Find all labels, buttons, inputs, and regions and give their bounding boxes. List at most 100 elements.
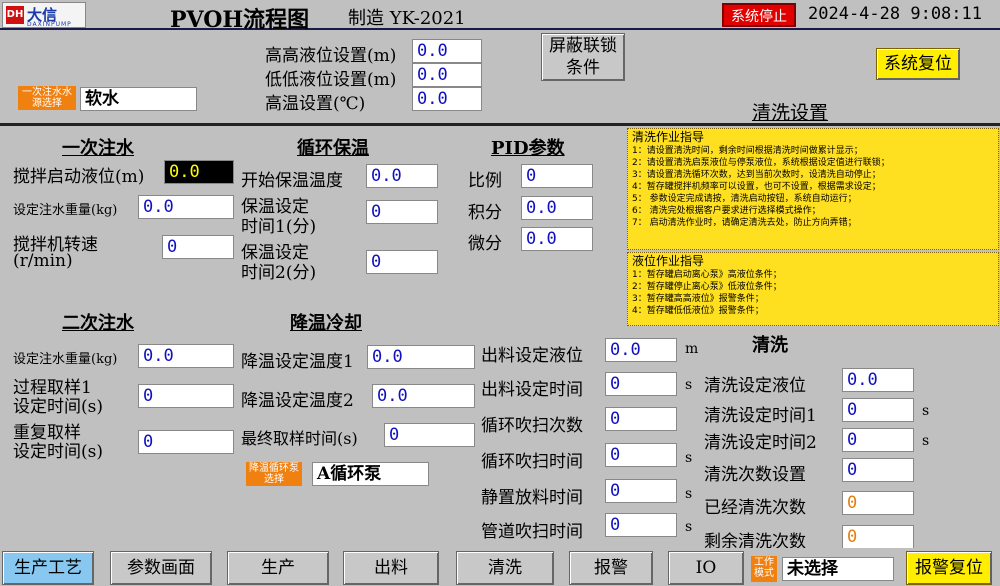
- clean-guide-line: 3：请设置清洗循环次数，达到当前次数时，设清洗自动停止；: [632, 170, 881, 180]
- clean-guide-line: 5： 参数设定完成请按，清洗启动按钮，系统自动运行；: [632, 194, 857, 204]
- heat-time1-input[interactable]: 0: [366, 200, 438, 224]
- blow-count-label: 循环吹扫次数: [481, 416, 583, 436]
- heat-time2-input[interactable]: 0: [366, 250, 438, 274]
- ll-level-label: 低低液位设置(m): [265, 70, 397, 90]
- discharge-level-input[interactable]: 0.0: [605, 338, 677, 362]
- clean-guide-panel: 清洗作业指导 1：请设置清洗时间，剩余时间根据清洗时间做累计显示； 2：请设置清…: [627, 128, 999, 250]
- discharge-level-label: 出料设定液位: [481, 346, 583, 366]
- clean-guide-line: 6： 清洗完处根据客户要求进行选择模式操作；: [632, 206, 821, 216]
- second-fill-weight-input[interactable]: 0.0: [138, 344, 234, 368]
- nav-process[interactable]: 生产工艺: [2, 551, 94, 585]
- pipe-blow-label: 管道吹扫时间: [481, 522, 583, 542]
- cool-pump-select[interactable]: A循环泵: [312, 462, 429, 486]
- blow-time-input[interactable]: 0: [605, 443, 677, 467]
- clean-time2-input[interactable]: 0: [842, 428, 914, 452]
- level-guide-line: 1：暂存罐启动离心泵》高液位条件；: [632, 270, 782, 280]
- page-title: PVOH流程图: [170, 7, 310, 33]
- pid-p-input[interactable]: 0: [521, 164, 593, 188]
- clean-time1-label: 清洗设定时间1: [704, 406, 817, 426]
- clean-guide-line: 1：请设置清洗时间，剩余时间根据清洗时间做累计显示；: [632, 146, 863, 156]
- datetime-display: 2024-4-28 9:08:11: [808, 4, 982, 24]
- hh-level-label: 高高液位设置(m): [265, 46, 397, 66]
- stirrer-speed-input[interactable]: 0: [162, 235, 234, 259]
- high-temp-label: 高温设置(℃): [265, 94, 366, 114]
- pid-i-input[interactable]: 0.0: [521, 196, 593, 220]
- mask-interlock-button[interactable]: 屏蔽联锁条件: [541, 33, 625, 81]
- blow-count-input[interactable]: 0: [605, 407, 677, 431]
- settle-time-label: 静置放料时间: [481, 488, 583, 508]
- cool-pump-tag: 降温循环泵选择: [246, 462, 302, 486]
- clean-time1-unit: s: [922, 403, 930, 419]
- clean-guide-line: 4：暂存罐搅拌机频率可以设置，也可不设置，根据需求设定；: [632, 182, 881, 192]
- clean-time2-label: 清洗设定时间2: [704, 433, 817, 453]
- water-source-tag: 一次注水水源选择: [18, 86, 76, 110]
- stirrer-speed-unit: (r/min): [13, 251, 73, 271]
- discharge-time-label: 出料设定时间: [481, 380, 583, 400]
- work-mode-select[interactable]: 未选择: [782, 557, 894, 581]
- clean-settings-title: 清洗设置: [752, 102, 829, 124]
- clean-time2-unit: s: [922, 433, 930, 449]
- cool-temp1-input[interactable]: 0.0: [367, 345, 475, 369]
- repeat-sample-unit: 设定时间(s): [13, 442, 103, 462]
- nav-discharge[interactable]: 出料: [343, 551, 439, 585]
- repeat-sample-input[interactable]: 0: [138, 430, 234, 454]
- clean-guide-line: 7： 启动清洗作业时，请确定清洗去处，防止方向弄错；: [632, 218, 857, 228]
- clean-remain-value: 0: [842, 525, 914, 549]
- pipe-blow-unit: s: [685, 519, 693, 535]
- discharge-time-input[interactable]: 0: [605, 372, 677, 396]
- hh-level-input[interactable]: 0.0: [412, 39, 482, 63]
- logo-mark: DH: [6, 6, 24, 24]
- pid-d-label: 微分: [468, 234, 502, 254]
- clean-level-label: 清洗设定液位: [704, 376, 806, 396]
- sample1-input[interactable]: 0: [138, 384, 234, 408]
- level-guide-line: 2：暂存罐停止离心泵》低液位条件；: [632, 282, 782, 292]
- start-temp-label: 开始保温温度: [241, 171, 343, 191]
- nav-params[interactable]: 参数画面: [110, 551, 212, 585]
- level-guide-line: 4：暂存罐低低液位》报警条件；: [632, 306, 764, 316]
- company-logo: DH 大信 DAXINPUMP: [2, 2, 86, 28]
- section-divider: [0, 123, 1000, 126]
- level-guide-title: 液位作业指导: [632, 254, 705, 268]
- clean-guide-title: 清洗作业指导: [632, 130, 705, 144]
- system-status-badge: 系统停止: [722, 3, 796, 27]
- circ-heat-title: 循环保温: [297, 138, 369, 159]
- high-temp-input[interactable]: 0.0: [412, 87, 482, 111]
- cool-temp2-label: 降温设定温度2: [241, 391, 354, 411]
- alarm-reset-button[interactable]: 报警复位: [906, 551, 992, 585]
- stir-start-level-input[interactable]: 0.0: [164, 160, 234, 184]
- clean-title: 清洗: [752, 335, 788, 356]
- clean-done-value: 0: [842, 491, 914, 515]
- blow-time-label: 循环吹扫时间: [481, 452, 583, 472]
- clean-count-label: 清洗次数设置: [704, 465, 806, 485]
- nav-clean[interactable]: 清洗: [456, 551, 554, 585]
- fill-weight-input[interactable]: 0.0: [138, 195, 234, 219]
- cool-temp1-label: 降温设定温度1: [241, 352, 354, 372]
- pid-d-input[interactable]: 0.0: [521, 227, 593, 251]
- sample1-unit: 设定时间(s): [13, 397, 103, 417]
- clean-done-label: 已经清洗次数: [704, 498, 806, 518]
- cool-temp2-input[interactable]: 0.0: [372, 384, 475, 408]
- system-reset-button[interactable]: 系统复位: [876, 48, 960, 80]
- pid-i-label: 积分: [468, 203, 502, 223]
- logo-en: DAXINPUMP: [27, 21, 72, 28]
- nav-alarm[interactable]: 报警: [569, 551, 653, 585]
- cooling-title: 降温冷却: [290, 313, 362, 334]
- heat-time2-unit: 时间2(分): [241, 263, 317, 283]
- nav-production[interactable]: 生产: [227, 551, 329, 585]
- clean-level-input[interactable]: 0.0: [842, 368, 914, 392]
- start-temp-input[interactable]: 0.0: [366, 164, 438, 188]
- level-guide-line: 3：暂存罐高高液位》报警条件；: [632, 294, 764, 304]
- water-source-select[interactable]: 软水: [80, 87, 197, 111]
- clean-time1-input[interactable]: 0: [842, 398, 914, 422]
- fill-weight-label: 设定注水重量(kg): [13, 203, 118, 218]
- clean-count-input[interactable]: 0: [842, 458, 914, 482]
- settle-time-input[interactable]: 0: [605, 479, 677, 503]
- final-sample-input[interactable]: 0: [384, 423, 475, 447]
- heat-time1-unit: 时间1(分): [241, 217, 317, 237]
- work-mode-tag: 工作模式: [751, 556, 777, 582]
- nav-io[interactable]: IO: [668, 551, 744, 585]
- pid-title: PID参数: [491, 138, 565, 159]
- ll-level-input[interactable]: 0.0: [412, 63, 482, 87]
- settle-time-unit: s: [685, 486, 693, 502]
- pipe-blow-input[interactable]: 0: [605, 513, 677, 537]
